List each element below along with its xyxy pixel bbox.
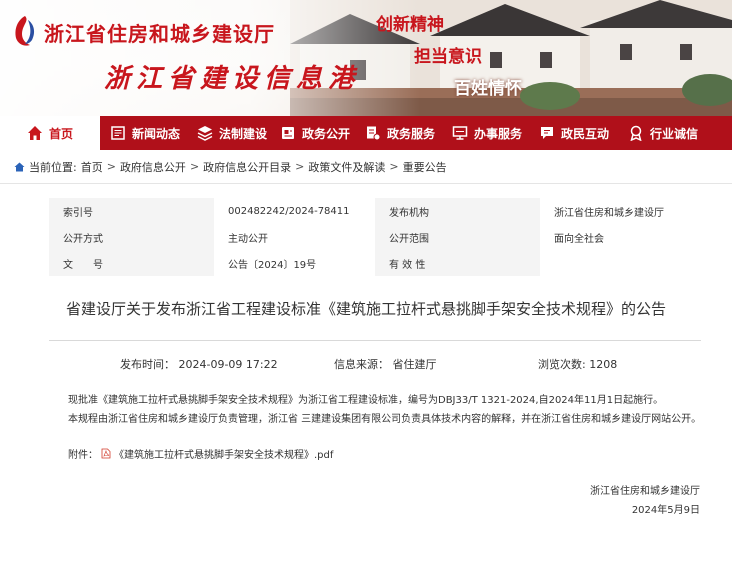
chat-icon: [540, 127, 553, 139]
nav-item-home[interactable]: 首页: [0, 116, 100, 150]
meta-row: 索引号 002482242/2024-78411 发布机构 浙江省住房和城乡建设…: [49, 198, 701, 224]
meta-scope-value: 面向全社会: [540, 224, 701, 250]
nav-label: 政民互动: [560, 126, 609, 141]
attachment-link[interactable]: 《建筑施工拉杆式悬挑脚手架安全技术规程》.pdf: [114, 446, 333, 461]
nav-item-interaction[interactable]: 政民互动: [530, 116, 618, 150]
site-banner: 浙江省住房和城乡建设厅 浙江省建设信息港 创新精神 担当意识 百姓情怀: [0, 0, 732, 116]
meta-row: 公开方式 主动公开 公开范围 面向全社会: [49, 224, 701, 250]
nav-label: 政务服务: [386, 126, 435, 141]
monitor-icon: [452, 126, 468, 140]
meta-validity-value: [540, 250, 701, 276]
nav-label: 办事服务: [473, 126, 522, 141]
nav-item-gov-service[interactable]: 政务服务: [356, 116, 444, 150]
nav-label: 政务公开: [301, 126, 350, 141]
portal-name: 浙江省建设信息港: [104, 64, 361, 94]
meta-issuer-label: 发布机构: [375, 198, 540, 224]
location-icon: [14, 162, 25, 171]
article-paragraph-2: 本规程由浙江省住房和城乡建设厅负责管理，浙江省 三建建设集团有限公司负责具体技术…: [68, 414, 702, 425]
main-nav: 首页 新闻动态 法制建设 政务公开 政务服务 办事服务 政民互动 行业诚信: [0, 116, 732, 150]
meta-scope-label: 公开范围: [375, 224, 540, 250]
logo-icon: [15, 16, 35, 46]
pdf-icon: [101, 448, 111, 459]
layers-icon: [197, 126, 213, 141]
nav-label: 行业诚信: [650, 126, 699, 141]
breadcrumb-link-policy[interactable]: 政策文件及解读: [308, 159, 385, 175]
home-icon: [27, 126, 42, 140]
title-divider: [49, 340, 701, 341]
info-source: 信息来源： 省住建厅: [334, 358, 437, 371]
meta-validity-label: 有 效 性: [375, 250, 540, 276]
publish-time: 发布时间： 2024-09-09 17:22: [120, 358, 278, 371]
breadcrumb-separator: >: [189, 160, 200, 173]
slogan-1: 创新精神: [376, 15, 444, 35]
meta-method-label: 公开方式: [49, 224, 214, 250]
signer: 浙江省住房和城乡建设厅: [590, 486, 700, 497]
breadcrumb-link-catalog[interactable]: 政府信息公开目录: [203, 159, 291, 175]
slogan-3: 百姓情怀: [454, 79, 522, 99]
sign-date: 2024年5月9日: [631, 505, 700, 516]
breadcrumb-link-home[interactable]: 首页: [81, 159, 103, 175]
newspaper-icon: [111, 126, 125, 140]
service-icon: [366, 126, 381, 141]
meta-method-value: 主动公开: [214, 224, 375, 250]
meta-index-label: 索引号: [49, 198, 214, 224]
document-meta-table: 索引号 002482242/2024-78411 发布机构 浙江省住房和城乡建设…: [49, 198, 701, 276]
meta-index-value: 002482242/2024-78411: [214, 198, 375, 224]
view-count: 浏览次数: 1208: [538, 358, 618, 371]
nav-label: 法制建设: [218, 126, 267, 141]
breadcrumb-link-notice[interactable]: 重要公告: [403, 159, 447, 175]
slogan-2: 担当意识: [414, 47, 482, 67]
nav-label: 新闻动态: [131, 126, 180, 141]
attachment-label: 附件：: [68, 450, 98, 461]
breadcrumb: 当前位置: 首页 > 政府信息公开 > 政府信息公开目录 > 政策文件及解读 >…: [0, 150, 732, 184]
attachment-row: 附件： 《建筑施工拉杆式悬挑脚手架安全技术规程》.pdf: [68, 446, 333, 461]
nav-label: 首页: [48, 126, 73, 141]
document-icon: [281, 127, 294, 139]
nav-item-public[interactable]: 政务公开: [274, 116, 356, 150]
article-title: 省建设厅关于发布浙江省工程建设标准《建筑施工拉杆式悬挑脚手架安全技术规程》的公告: [65, 300, 666, 318]
breadcrumb-separator: >: [106, 160, 116, 173]
nav-item-credit[interactable]: 行业诚信: [618, 116, 732, 150]
badge-icon: [630, 125, 642, 141]
nav-item-affairs[interactable]: 办事服务: [444, 116, 530, 150]
meta-docno-label: 文 号: [49, 250, 214, 276]
breadcrumb-separator: >: [389, 160, 399, 173]
breadcrumb-link-gov-info[interactable]: 政府信息公开: [120, 159, 186, 175]
breadcrumb-separator: >: [295, 160, 305, 173]
nav-item-news[interactable]: 新闻动态: [100, 116, 190, 150]
breadcrumb-prefix: 当前位置:: [29, 160, 77, 174]
meta-docno-value: 公告〔2024〕19号: [214, 250, 375, 276]
article-paragraph-1: 现批准《建筑施工拉杆式悬挑脚手架安全技术规程》为浙江省工程建设标准，编号为DBJ…: [68, 395, 664, 406]
meta-row: 文 号 公告〔2024〕19号 有 效 性: [49, 250, 701, 276]
nav-item-legal[interactable]: 法制建设: [190, 116, 274, 150]
department-name[interactable]: 浙江省住房和城乡建设厅: [44, 18, 275, 47]
meta-issuer-value: 浙江省住房和城乡建设厅: [540, 198, 701, 224]
